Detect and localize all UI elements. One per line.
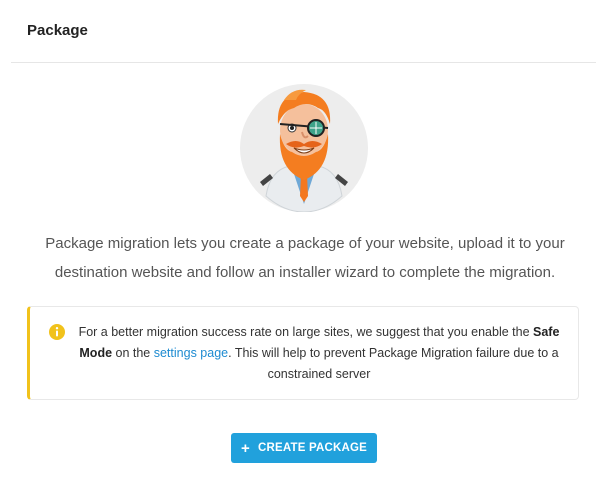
notice-text-after: . This will help to prevent Package Migr…: [228, 346, 559, 381]
create-package-label: CREATE PACKAGE: [257, 442, 368, 454]
notice-text-before: For a better migration success rate on l…: [78, 325, 533, 339]
info-icon: [49, 324, 65, 340]
intro-line-2: destination website and follow an instal…: [54, 264, 556, 281]
page-title: Package: [27, 22, 88, 39]
settings-page-link[interactable]: settings page: [154, 346, 228, 360]
plus-icon: +: [240, 439, 250, 457]
notice-text: For a better migration success rate on l…: [74, 322, 564, 385]
notice-text-mid: on the: [112, 346, 154, 360]
intro-line-1: Package migration lets you create a pack…: [45, 235, 565, 252]
create-package-button[interactable]: + CREATE PACKAGE: [231, 433, 377, 463]
intro-text: Package migration lets you create a pack…: [30, 229, 580, 287]
mascot-illustration: [240, 84, 368, 213]
page-header: Package: [11, 0, 596, 63]
safe-mode-notice: For a better migration success rate on l…: [27, 306, 579, 400]
